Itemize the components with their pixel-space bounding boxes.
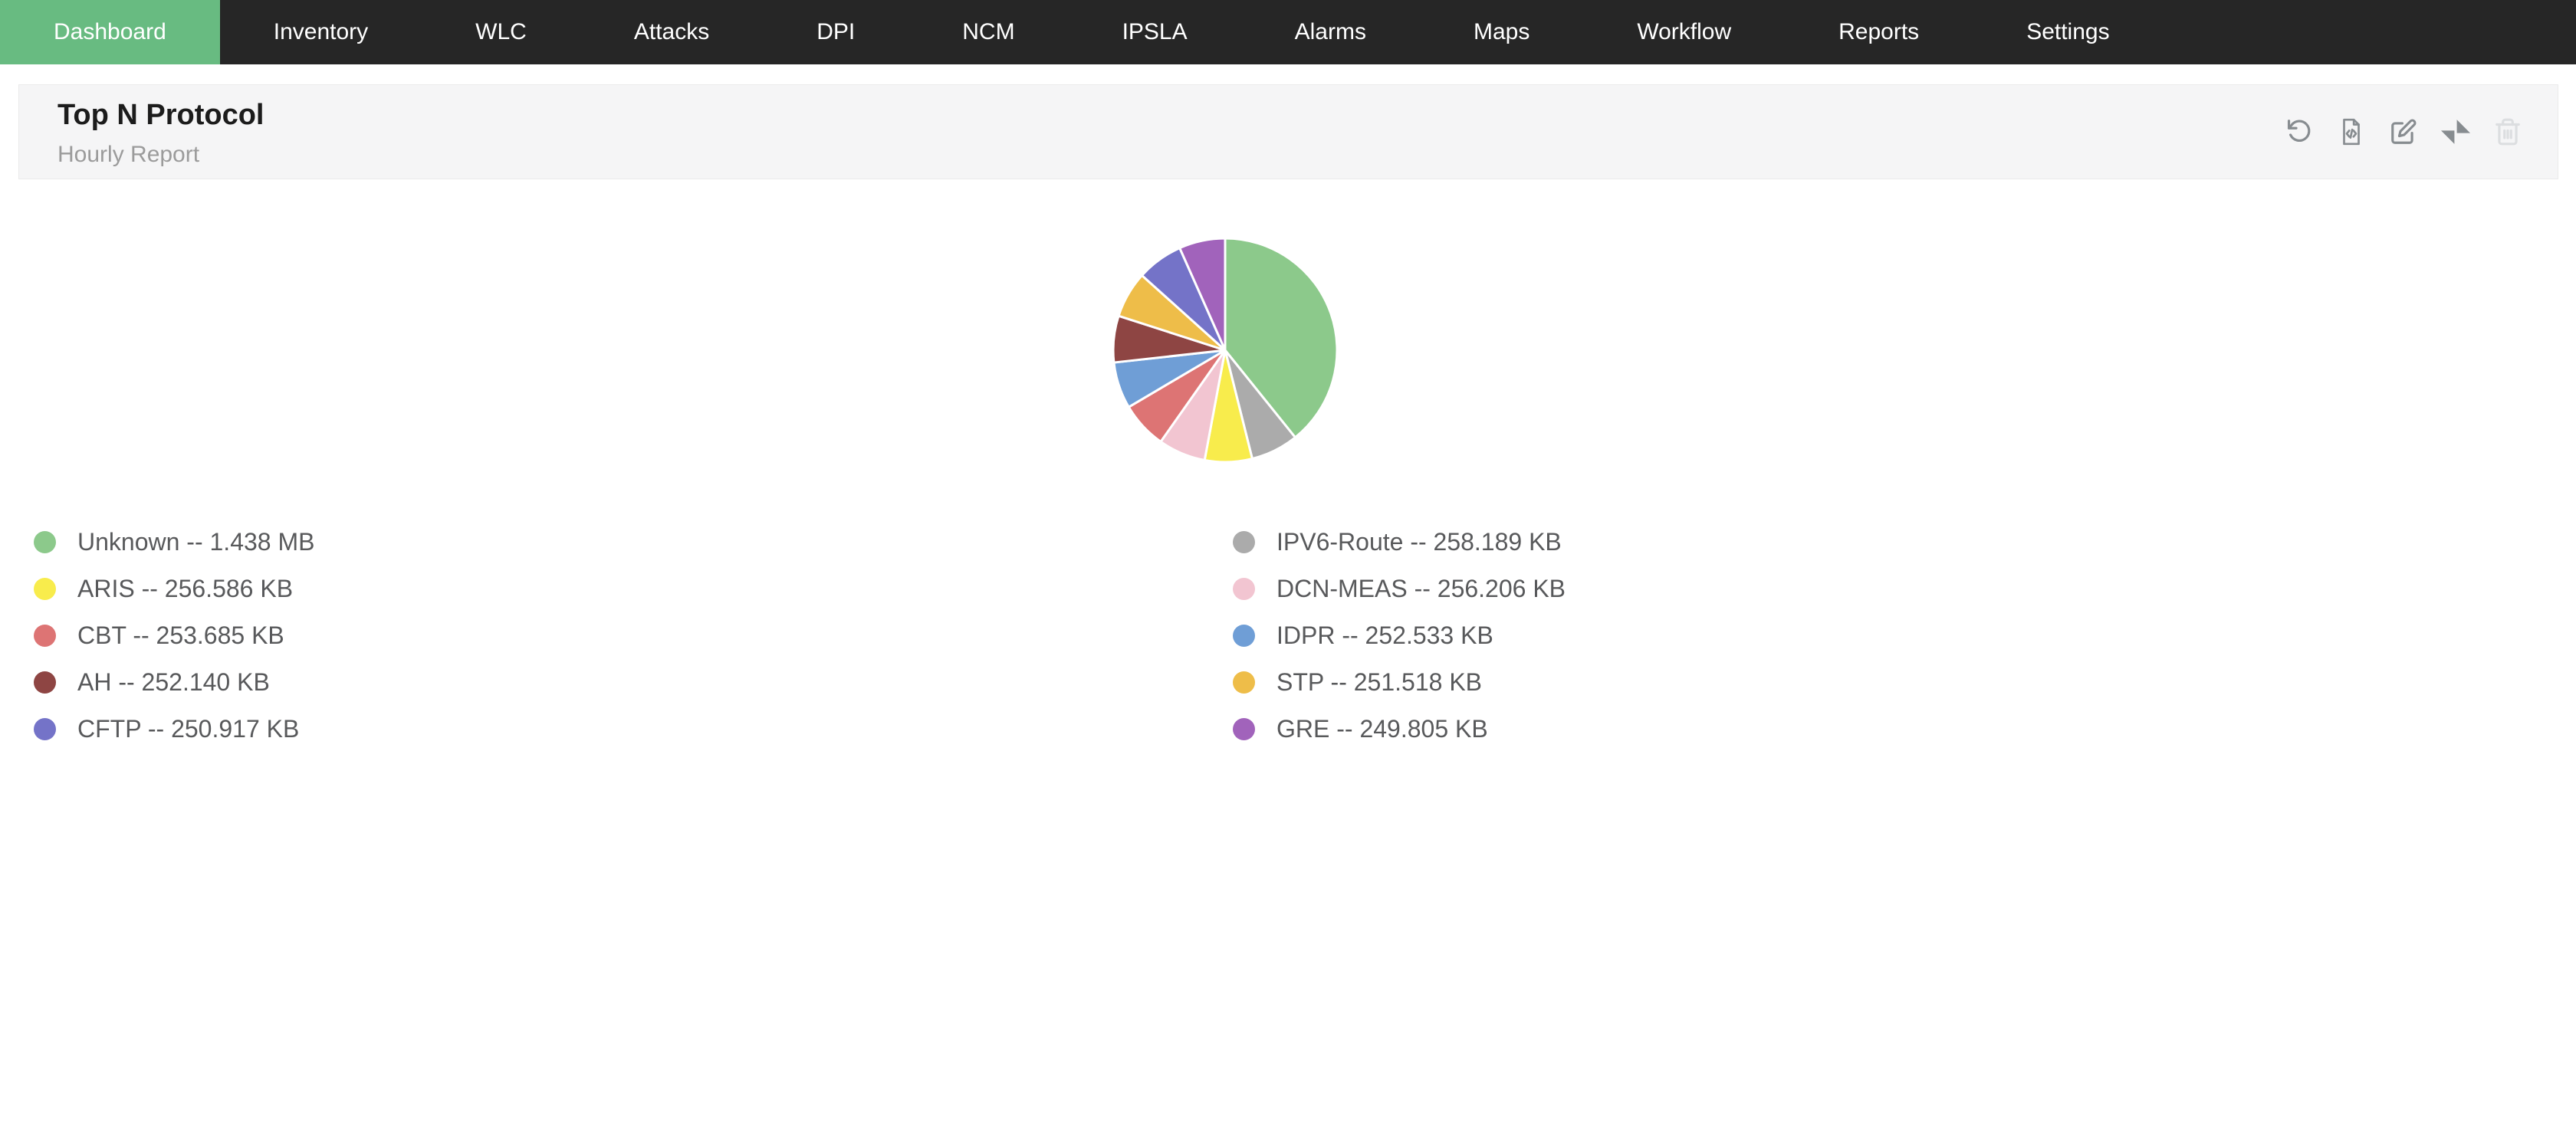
- move-widget-icon: [2441, 117, 2470, 146]
- legend-label: IPV6-Route -- 258.189 KB: [1276, 528, 1562, 556]
- legend-dot: [1233, 718, 1255, 740]
- nav-tab-dpi[interactable]: DPI: [763, 0, 909, 64]
- legend-dot: [34, 718, 56, 740]
- legend-item-cftp[interactable]: CFTP -- 250.917 KB: [34, 706, 314, 753]
- legend-dot: [34, 671, 56, 694]
- nav-tab-dashboard[interactable]: Dashboard: [0, 0, 220, 64]
- nav-tab-ipsla[interactable]: IPSLA: [1069, 0, 1241, 64]
- legend-dot: [1233, 671, 1255, 694]
- embed-report-button[interactable]: [2337, 117, 2366, 146]
- nav-tab-settings[interactable]: Settings: [1973, 0, 2163, 64]
- legend-item-stp[interactable]: STP -- 251.518 KB: [1233, 659, 1566, 706]
- refresh-icon: [2285, 117, 2314, 146]
- widget-title: Top N Protocol: [58, 99, 264, 132]
- legend-item-gre[interactable]: GRE -- 249.805 KB: [1233, 706, 1566, 753]
- nav-tab-workflow[interactable]: Workflow: [1583, 0, 1785, 64]
- legend-dot: [34, 578, 56, 600]
- edit-widget-icon: [2389, 117, 2418, 146]
- legend-label: CBT -- 253.685 KB: [77, 622, 284, 650]
- legend-item-ah[interactable]: AH -- 252.140 KB: [34, 659, 314, 706]
- legend-dot: [1233, 625, 1255, 647]
- edit-widget-button[interactable]: [2389, 117, 2418, 146]
- embed-report-icon: [2337, 117, 2366, 146]
- nav-tab-ncm[interactable]: NCM: [909, 0, 1068, 64]
- nav-tab-maps[interactable]: Maps: [1420, 0, 1583, 64]
- nav-tab-attacks[interactable]: Attacks: [580, 0, 763, 64]
- legend-column-right: IPV6-Route -- 258.189 KB DCN-MEAS -- 256…: [1233, 519, 1566, 753]
- delete-widget-button: [2493, 117, 2522, 146]
- legend-item-dcn-meas[interactable]: DCN-MEAS -- 256.206 KB: [1233, 566, 1566, 612]
- nav-tab-reports[interactable]: Reports: [1785, 0, 1973, 64]
- legend-item-idpr[interactable]: IDPR -- 252.533 KB: [1233, 612, 1566, 659]
- legend-item-aris[interactable]: ARIS -- 256.586 KB: [34, 566, 314, 612]
- legend-item-cbt[interactable]: CBT -- 253.685 KB: [34, 612, 314, 659]
- legend-label: AH -- 252.140 KB: [77, 668, 270, 697]
- legend-label: GRE -- 249.805 KB: [1276, 715, 1488, 743]
- legend-label: CFTP -- 250.917 KB: [77, 715, 299, 743]
- legend-label: Unknown -- 1.438 MB: [77, 528, 314, 556]
- widget-subtitle: Hourly Report: [58, 142, 199, 168]
- top-navbar: Dashboard Inventory WLC Attacks DPI NCM …: [0, 0, 2576, 64]
- widget-toolbar: [2285, 117, 2522, 146]
- legend-dot: [1233, 531, 1255, 553]
- legend-label: DCN-MEAS -- 256.206 KB: [1276, 575, 1566, 603]
- legend-dot: [34, 625, 56, 647]
- widget-header: Top N Protocol Hourly Report: [18, 84, 2558, 179]
- legend-label: IDPR -- 252.533 KB: [1276, 622, 1493, 650]
- nav-tab-alarms[interactable]: Alarms: [1241, 0, 1420, 64]
- protocol-pie-chart: [1072, 197, 1378, 503]
- legend-item-unknown[interactable]: Unknown -- 1.438 MB: [34, 519, 314, 566]
- move-widget-button[interactable]: [2441, 117, 2470, 146]
- refresh-button[interactable]: [2285, 117, 2314, 146]
- legend-dot: [1233, 578, 1255, 600]
- legend-label: ARIS -- 256.586 KB: [77, 575, 293, 603]
- legend-column-left: Unknown -- 1.438 MB ARIS -- 256.586 KB C…: [34, 519, 314, 753]
- legend-dot: [34, 531, 56, 553]
- nav-tab-inventory[interactable]: Inventory: [220, 0, 422, 64]
- nav-tab-wlc[interactable]: WLC: [422, 0, 580, 64]
- delete-widget-icon: [2493, 117, 2522, 146]
- legend-label: STP -- 251.518 KB: [1276, 668, 1482, 697]
- legend-item-ipv6-route[interactable]: IPV6-Route -- 258.189 KB: [1233, 519, 1566, 566]
